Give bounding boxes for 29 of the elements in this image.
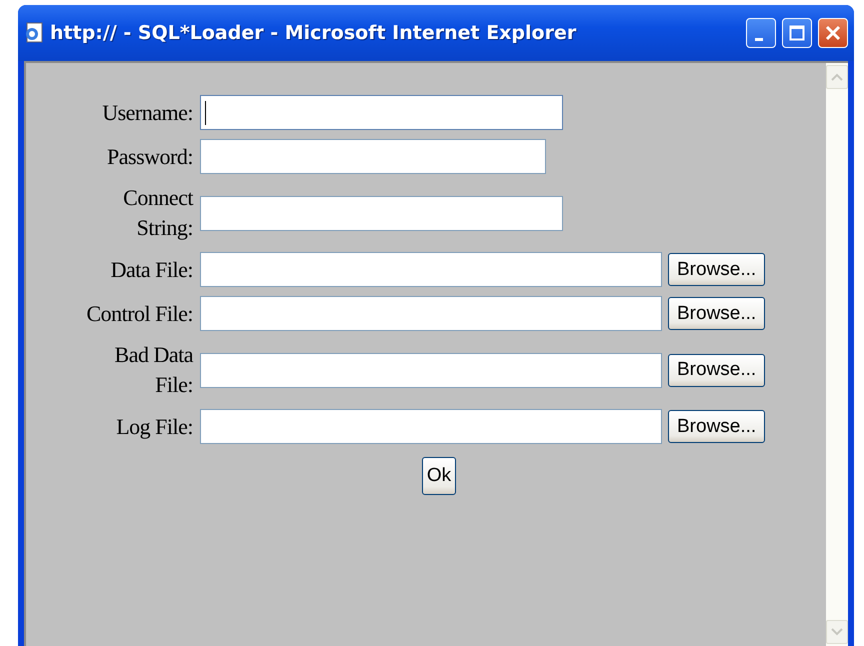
ok-button[interactable]: Ok	[422, 457, 456, 495]
input-field[interactable]	[200, 95, 563, 130]
browse-button[interactable]: Browse...	[668, 297, 766, 330]
maximize-button[interactable]	[782, 18, 812, 48]
input-field[interactable]	[200, 139, 546, 174]
field-label: Control File:	[85, 300, 193, 328]
maximize-icon	[789, 25, 805, 41]
input-field[interactable]	[200, 352, 662, 388]
field-label: Username:	[101, 98, 193, 126]
scroll-up-icon[interactable]	[826, 65, 848, 89]
minimize-button[interactable]	[746, 18, 776, 48]
browser-icon	[24, 22, 44, 44]
field-label: Password:	[106, 142, 193, 170]
field-label: Bad Data File:	[114, 341, 193, 399]
field-label: Connect String:	[122, 184, 193, 242]
input-field[interactable]	[200, 252, 662, 287]
close-icon	[825, 25, 841, 41]
input-field[interactable]	[200, 196, 563, 230]
field-label: Log File:	[115, 412, 193, 441]
browse-button[interactable]: Browse...	[668, 354, 766, 386]
minimize-icon	[755, 38, 763, 40]
close-button[interactable]	[818, 18, 848, 48]
field-label: Data File:	[110, 256, 193, 284]
window-title: http:// - SQL*Loader - Microsoft Internet Explorer	[50, 22, 578, 44]
input-field[interactable]	[200, 409, 662, 444]
browse-button[interactable]: Browse...	[668, 410, 766, 443]
browse-button[interactable]: Browse...	[668, 253, 766, 286]
input-field[interactable]	[200, 296, 662, 331]
scroll-down-icon[interactable]	[826, 620, 848, 644]
